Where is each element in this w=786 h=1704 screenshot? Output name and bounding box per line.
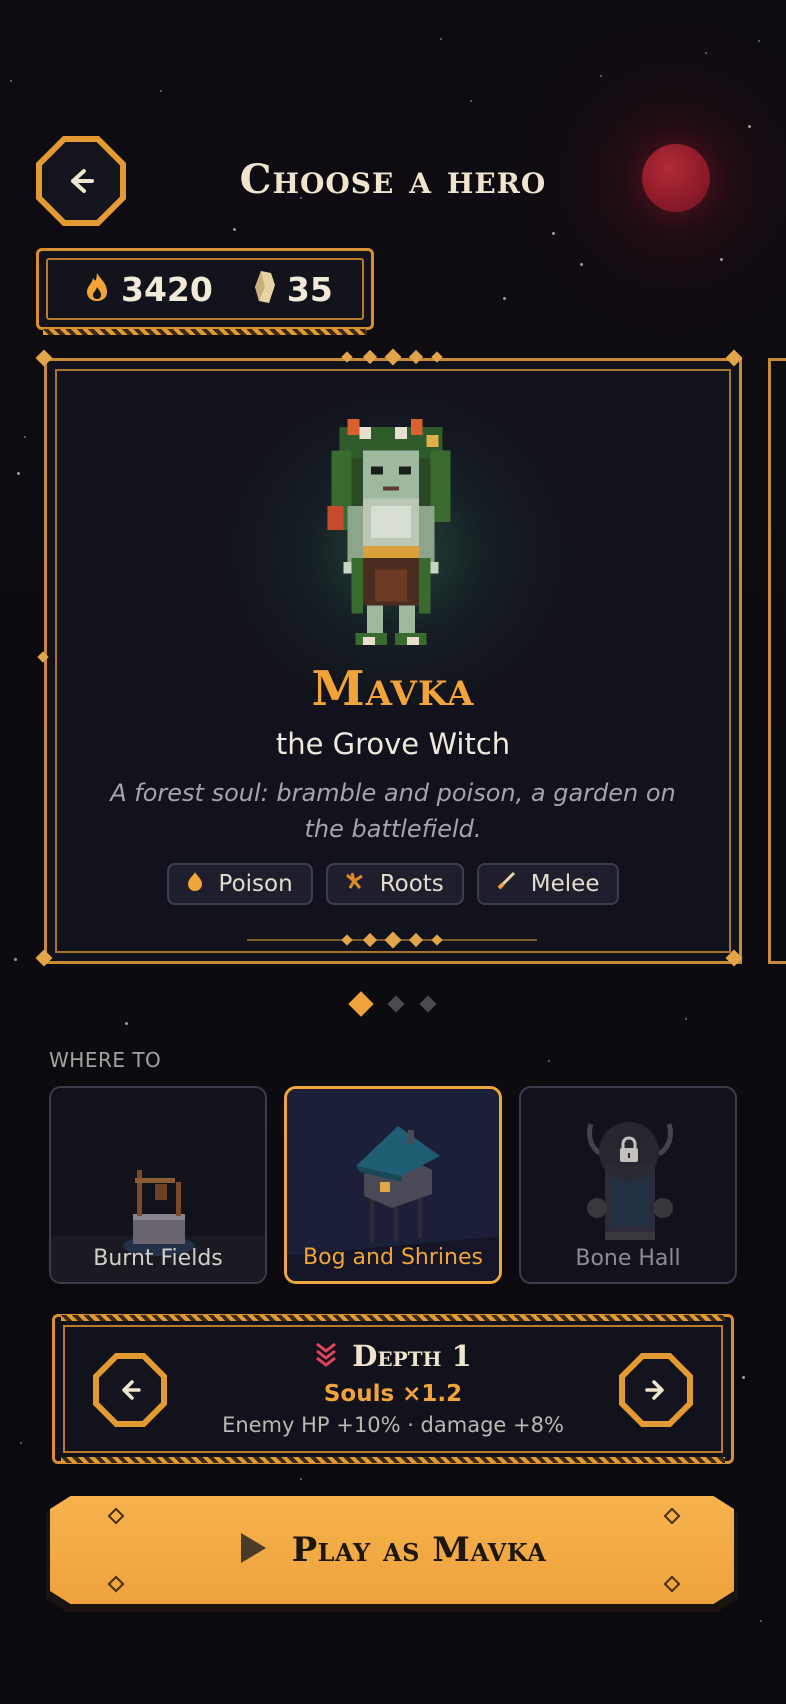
play-button-label: Play as Mavka bbox=[291, 1530, 547, 1570]
tag-poison: Poison bbox=[166, 863, 313, 905]
page-title: Choose a hero bbox=[239, 156, 547, 203]
corner-ornament bbox=[725, 949, 743, 967]
depth-label: Depth 1 bbox=[352, 1339, 472, 1373]
destination-label: Bone Hall bbox=[575, 1246, 681, 1271]
lock-icon bbox=[617, 1136, 641, 1168]
tag-label: Roots bbox=[379, 871, 444, 897]
chain-border-top bbox=[61, 1315, 725, 1321]
chevrons-down-icon bbox=[314, 1341, 338, 1376]
corner-rivet bbox=[663, 1507, 681, 1525]
page-dot-active[interactable] bbox=[348, 991, 374, 1017]
hero-tags: Poison Roots Melee bbox=[47, 863, 739, 905]
play-button[interactable]: Play as Mavka bbox=[50, 1496, 734, 1604]
tag-label: Melee bbox=[530, 871, 600, 897]
currency-bar: 3420 35 bbox=[36, 248, 374, 335]
tag-melee: Melee bbox=[476, 863, 620, 905]
crystal-icon bbox=[253, 269, 277, 309]
hero-description: A forest soul: bramble and poison, a gar… bbox=[110, 779, 676, 843]
poison-drop-icon bbox=[185, 870, 205, 898]
destination-label: Bog and Shrines bbox=[303, 1245, 483, 1270]
hero-name: Mavka bbox=[311, 661, 475, 717]
depth-selector: Depth 1 Souls ×1.2 Enemy HP +10% · damag… bbox=[52, 1314, 734, 1464]
flames-count: 3420 bbox=[121, 269, 213, 309]
corner-rivet bbox=[663, 1575, 681, 1593]
destination-bog-and-shrines[interactable]: Bog and Shrines bbox=[284, 1086, 502, 1284]
play-icon bbox=[238, 1531, 268, 1569]
page-dot[interactable] bbox=[419, 995, 437, 1013]
hero-sprite-mavka bbox=[327, 419, 451, 646]
corner-rivet bbox=[107, 1575, 125, 1593]
enemy-modifiers: Enemy HP +10% · damage +8% bbox=[222, 1413, 564, 1437]
tag-label: Poison bbox=[218, 871, 293, 897]
hero-pagination bbox=[0, 991, 786, 1017]
destination-label: Burnt Fields bbox=[93, 1246, 223, 1271]
lock-badge bbox=[599, 1122, 659, 1182]
destination-burnt-fields[interactable]: Burnt Fields bbox=[49, 1086, 267, 1284]
chain-border-bottom bbox=[61, 1457, 725, 1463]
dagger-icon bbox=[495, 870, 517, 898]
crystals-count: 35 bbox=[286, 269, 333, 309]
hero-card[interactable]: Mavka the Grove Witch A forest soul: bra… bbox=[35, 348, 743, 967]
next-hero-card-peek[interactable] bbox=[768, 358, 786, 964]
corner-rivet bbox=[107, 1507, 125, 1525]
page-dot[interactable] bbox=[387, 995, 405, 1013]
destination-bone-hall[interactable]: Bone Hall bbox=[519, 1086, 737, 1284]
arrow-right-icon bbox=[642, 1376, 670, 1404]
roots-icon bbox=[344, 871, 366, 897]
flame-icon bbox=[83, 271, 111, 307]
hero-subtitle: the Grove Witch bbox=[275, 727, 511, 761]
where-to-label: WHERE TO bbox=[49, 1048, 162, 1072]
tag-roots: Roots bbox=[325, 863, 464, 905]
